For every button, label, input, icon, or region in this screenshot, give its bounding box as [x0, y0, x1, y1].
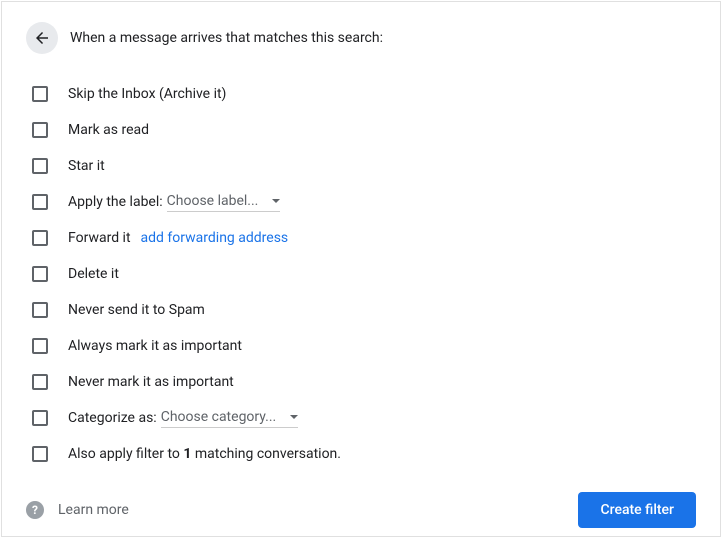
- option-categorize: Categorize as: Choose category...: [26, 400, 696, 436]
- checkbox-delete[interactable]: [32, 266, 48, 282]
- option-always-important: Always mark it as important: [26, 328, 696, 364]
- also-apply-prefix: Also apply filter to: [68, 446, 183, 462]
- help-icon[interactable]: ?: [26, 501, 44, 519]
- create-filter-button[interactable]: Create filter: [578, 492, 696, 528]
- filter-actions-panel: When a message arrives that matches this…: [1, 1, 721, 537]
- checkbox-star[interactable]: [32, 158, 48, 174]
- checkbox-also-apply[interactable]: [32, 446, 48, 462]
- label-skip-inbox: Skip the Inbox (Archive it): [68, 86, 226, 102]
- category-dropdown[interactable]: Choose category...: [161, 409, 299, 428]
- checkbox-forward[interactable]: [32, 230, 48, 246]
- header-row: When a message arrives that matches this…: [26, 22, 696, 54]
- label-always-important: Always mark it as important: [68, 338, 242, 354]
- chevron-down-icon: [290, 415, 298, 419]
- option-never-important: Never mark it as important: [26, 364, 696, 400]
- header-title: When a message arrives that matches this…: [70, 30, 383, 46]
- label-forward: Forward it: [68, 230, 131, 246]
- label-apply-label: Apply the label:: [68, 194, 163, 210]
- label-star: Star it: [68, 158, 105, 174]
- option-star: Star it: [26, 148, 696, 184]
- checkbox-never-spam[interactable]: [32, 302, 48, 318]
- add-forwarding-link[interactable]: add forwarding address: [141, 230, 289, 246]
- label-also-apply: Also apply filter to 1 matching conversa…: [68, 446, 341, 462]
- category-dropdown-text: Choose category...: [161, 409, 277, 425]
- option-never-spam: Never send it to Spam: [26, 292, 696, 328]
- option-apply-label: Apply the label: Choose label...: [26, 184, 696, 220]
- footer-left: ? Learn more: [26, 501, 129, 519]
- arrow-left-icon: [33, 29, 51, 47]
- option-delete: Delete it: [26, 256, 696, 292]
- option-mark-read: Mark as read: [26, 112, 696, 148]
- learn-more-link[interactable]: Learn more: [58, 502, 129, 518]
- checkbox-always-important[interactable]: [32, 338, 48, 354]
- label-dropdown[interactable]: Choose label...: [167, 193, 281, 212]
- chevron-down-icon: [272, 199, 280, 203]
- option-skip-inbox: Skip the Inbox (Archive it): [26, 76, 696, 112]
- label-mark-read: Mark as read: [68, 122, 149, 138]
- back-button[interactable]: [26, 22, 58, 54]
- label-never-spam: Never send it to Spam: [68, 302, 205, 318]
- checkbox-never-important[interactable]: [32, 374, 48, 390]
- label-dropdown-text: Choose label...: [167, 193, 259, 209]
- checkbox-categorize[interactable]: [32, 410, 48, 426]
- also-apply-suffix: matching conversation.: [191, 446, 341, 462]
- checkbox-skip-inbox[interactable]: [32, 86, 48, 102]
- label-categorize: Categorize as:: [68, 410, 157, 426]
- option-forward: Forward it add forwarding address: [26, 220, 696, 256]
- footer: ? Learn more Create filter: [26, 472, 696, 528]
- checkbox-apply-label[interactable]: [32, 194, 48, 210]
- option-also-apply: Also apply filter to 1 matching conversa…: [26, 436, 696, 472]
- options-list: Skip the Inbox (Archive it) Mark as read…: [26, 76, 696, 472]
- label-never-important: Never mark it as important: [68, 374, 234, 390]
- label-delete: Delete it: [68, 266, 119, 282]
- checkbox-mark-read[interactable]: [32, 122, 48, 138]
